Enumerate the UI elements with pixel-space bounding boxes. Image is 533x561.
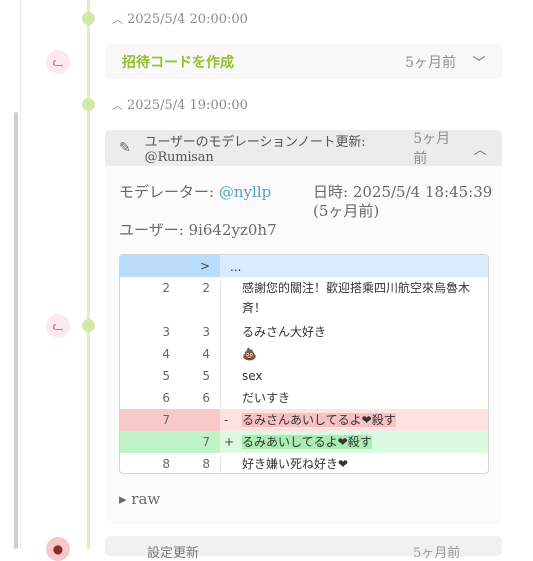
- diff-line-text: 好き嫌い死ね好き❤: [242, 457, 349, 471]
- card-body: モデレーター: @nyllp 日時: 2025/5/4 18:45:39 (5ヶ…: [105, 166, 502, 524]
- old-line-number: 8: [162, 457, 170, 471]
- moderator-field: モデレーター: @nyllp: [119, 183, 272, 201]
- avatar[interactable]: ᓚ: [46, 50, 70, 74]
- timeline-dot: [82, 319, 95, 332]
- diff-hunk-header[interactable]: > ...: [120, 255, 488, 277]
- old-line-number: 5: [162, 369, 170, 383]
- diff-line: 7 - るみさんあいしてるよ❤殺す: [120, 409, 488, 431]
- time-ago: 5ヶ月前: [413, 131, 451, 167]
- card-title: 設定更新: [147, 546, 200, 561]
- avatar[interactable]: ●: [46, 537, 70, 561]
- diff-marker: +: [224, 435, 235, 449]
- invite-code-card[interactable]: 招待コードを作成 5ヶ月前 ﹀: [105, 44, 502, 79]
- scrollbar[interactable]: [14, 112, 18, 549]
- diff-line: 2 2 感謝您的關注！歡迎搭乘四川航空來烏魯木斉！: [120, 277, 488, 321]
- date-separator[interactable]: ︿ 2025/5/4 19:00:00: [112, 97, 248, 113]
- new-line-number: 5: [202, 369, 210, 383]
- diff-line: 5 5 sex: [120, 365, 488, 387]
- chevron-up-icon[interactable]: ︿: [472, 139, 488, 158]
- datetime-field: 日時: 2025/5/4 18:45:39 (5ヶ月前): [313, 183, 493, 220]
- time-ago: 5ヶ月前: [413, 546, 461, 561]
- settings-update-card[interactable]: 設定更新 5ヶ月前: [105, 536, 502, 561]
- timeline-dot: [82, 98, 95, 111]
- chevron-down-icon[interactable]: ﹀: [470, 52, 488, 71]
- diff-view: > ... 2 2 感謝您的關注！歡迎搭乘四川航空來烏魯木斉！ 3 3 るみさん大好き 4 4…: [119, 254, 489, 474]
- new-line-number: 7: [202, 435, 210, 449]
- diff-line-text: るみさん大好き: [242, 325, 327, 339]
- old-line-number: 4: [162, 347, 170, 361]
- old-line-number: 7: [162, 413, 170, 427]
- new-line-number: 8: [202, 457, 210, 471]
- diff-line: 7 + るみあいしてるよ❤殺す: [120, 431, 488, 453]
- diff-line-text: だいすき: [242, 391, 291, 405]
- card-title: 招待コードを作成: [122, 54, 234, 71]
- diff-line: 3 3 るみさん大好き: [120, 321, 488, 343]
- card-title: ユーザーのモデレーションノート更新: @Rumisan: [144, 135, 366, 165]
- timeline-dot: [82, 12, 95, 25]
- diff-line: 4 4 💩: [120, 343, 488, 365]
- chevron-up-icon: ︿: [112, 13, 123, 26]
- new-line-number: 3: [202, 325, 210, 339]
- new-line-number: 6: [202, 391, 210, 405]
- diff-line-text: るみあいしてるよ❤殺す: [242, 435, 372, 449]
- card-header[interactable]: ✎ ユーザーのモデレーションノート更新: @Rumisan 5ヶ月前 ︿: [105, 130, 502, 167]
- avatar[interactable]: ᓚ: [46, 314, 70, 338]
- date-separator[interactable]: ︿ 2025/5/4 20:00:00: [112, 11, 248, 27]
- old-line-number: 6: [162, 391, 170, 405]
- time-ago: 5ヶ月前: [405, 54, 456, 71]
- moderator-link[interactable]: @nyllp: [219, 183, 271, 201]
- new-line-number: 4: [202, 347, 210, 361]
- diff-line: 8 8 好き嫌い死ね好き❤: [120, 453, 488, 473]
- new-line-number: 2: [202, 281, 210, 295]
- diff-marker: -: [224, 413, 229, 427]
- diff-line-text: sex: [242, 369, 263, 383]
- old-line-number: 3: [162, 325, 170, 339]
- diff-line-text: 💩: [242, 347, 257, 361]
- user-field: ユーザー: 9i642yz0h7: [119, 221, 277, 239]
- raw-toggle[interactable]: ▸ raw: [119, 490, 160, 508]
- moderation-note-card: ✎ ユーザーのモデレーションノート更新: @Rumisan 5ヶ月前 ︿ モデレ…: [105, 130, 502, 524]
- chevron-up-icon: ︿: [112, 99, 123, 112]
- diff-line-text: 感謝您的關注！歡迎搭乘四川航空來烏魯木斉！: [242, 281, 471, 315]
- pencil-icon: ✎: [119, 140, 131, 156]
- diff-line-text: るみさんあいしてるよ❤殺す: [242, 413, 396, 427]
- diff-line: 6 6 だいすき: [120, 387, 488, 409]
- old-line-number: 2: [162, 281, 170, 295]
- sidebar-divider: [20, 0, 21, 549]
- timeline-line: [87, 0, 90, 549]
